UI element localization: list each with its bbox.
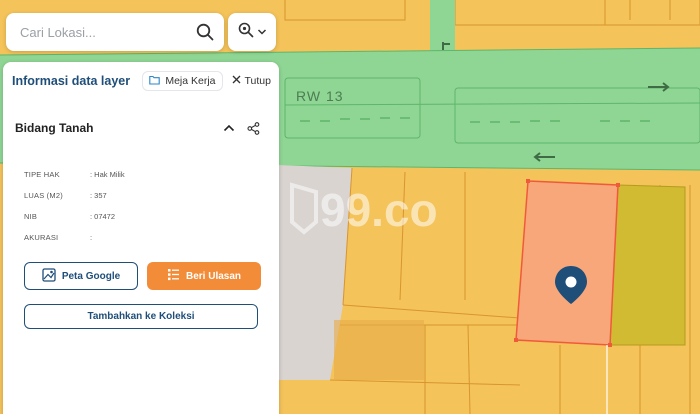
svg-text:99.co: 99.co bbox=[320, 184, 438, 236]
map-image-icon bbox=[42, 267, 56, 285]
layer-info-panel: Informasi data layer Meja Kerja Tutup Bi… bbox=[3, 62, 279, 414]
review-list-icon bbox=[167, 268, 180, 284]
attribute-row: TIPE HAK : Hak Milik bbox=[24, 164, 279, 185]
zoom-dropdown[interactable] bbox=[228, 13, 276, 51]
attribute-key: LUAS (M2) bbox=[24, 191, 63, 200]
panel-header: Informasi data layer Meja Kerja Tutup bbox=[3, 62, 279, 100]
zoom-location-icon bbox=[238, 22, 254, 43]
folder-icon bbox=[149, 75, 161, 88]
share-icon[interactable] bbox=[244, 119, 262, 137]
olive-parcel bbox=[609, 184, 686, 346]
google-map-button[interactable]: Peta Google bbox=[24, 262, 138, 290]
attribute-value: : 357 bbox=[90, 191, 107, 200]
chevron-up-icon[interactable] bbox=[220, 119, 238, 137]
attribute-row: AKURASI : bbox=[24, 227, 279, 248]
add-to-collection-button[interactable]: Tambahkan ke Koleksi bbox=[24, 304, 258, 329]
road-label: RW 13 bbox=[296, 88, 344, 104]
attribute-key: AKURASI bbox=[24, 233, 59, 242]
selected-parcel[interactable] bbox=[515, 180, 619, 346]
review-label: Beri Ulasan bbox=[185, 270, 242, 282]
attribute-value: : Hak Milik bbox=[90, 170, 125, 179]
panel-title: Informasi data layer bbox=[12, 74, 131, 88]
google-map-label: Peta Google bbox=[61, 270, 121, 282]
close-icon bbox=[232, 75, 241, 87]
add-to-collection-label: Tambahkan ke Koleksi bbox=[87, 311, 195, 322]
attribute-value: : 07472 bbox=[90, 212, 116, 221]
attribute-list: TIPE HAK : Hak Milik LUAS (M2) : 357 NIB… bbox=[3, 164, 279, 248]
section-title: Bidang Tanah bbox=[15, 121, 94, 135]
attribute-key: NIB bbox=[24, 212, 38, 221]
workspace-label: Meja Kerja bbox=[165, 75, 216, 87]
action-buttons: Peta Google Beri Ulasan bbox=[3, 262, 279, 290]
attribute-value: : bbox=[90, 233, 93, 242]
review-button[interactable]: Beri Ulasan bbox=[147, 262, 261, 290]
parcel-shaded bbox=[334, 320, 424, 380]
search-bar bbox=[6, 13, 224, 51]
workspace-button[interactable]: Meja Kerja bbox=[142, 71, 223, 91]
attribute-row: NIB : 07472 bbox=[24, 206, 279, 227]
chevron-down-icon bbox=[257, 23, 267, 41]
section-header: Bidang Tanah bbox=[3, 108, 279, 148]
search-icon[interactable] bbox=[196, 21, 214, 43]
attribute-row: LUAS (M2) : 357 bbox=[24, 185, 279, 206]
close-label: Tutup bbox=[244, 75, 271, 87]
attribute-key: TIPE HAK bbox=[24, 170, 60, 179]
close-button[interactable]: Tutup bbox=[232, 75, 271, 87]
search-input[interactable] bbox=[20, 24, 196, 40]
